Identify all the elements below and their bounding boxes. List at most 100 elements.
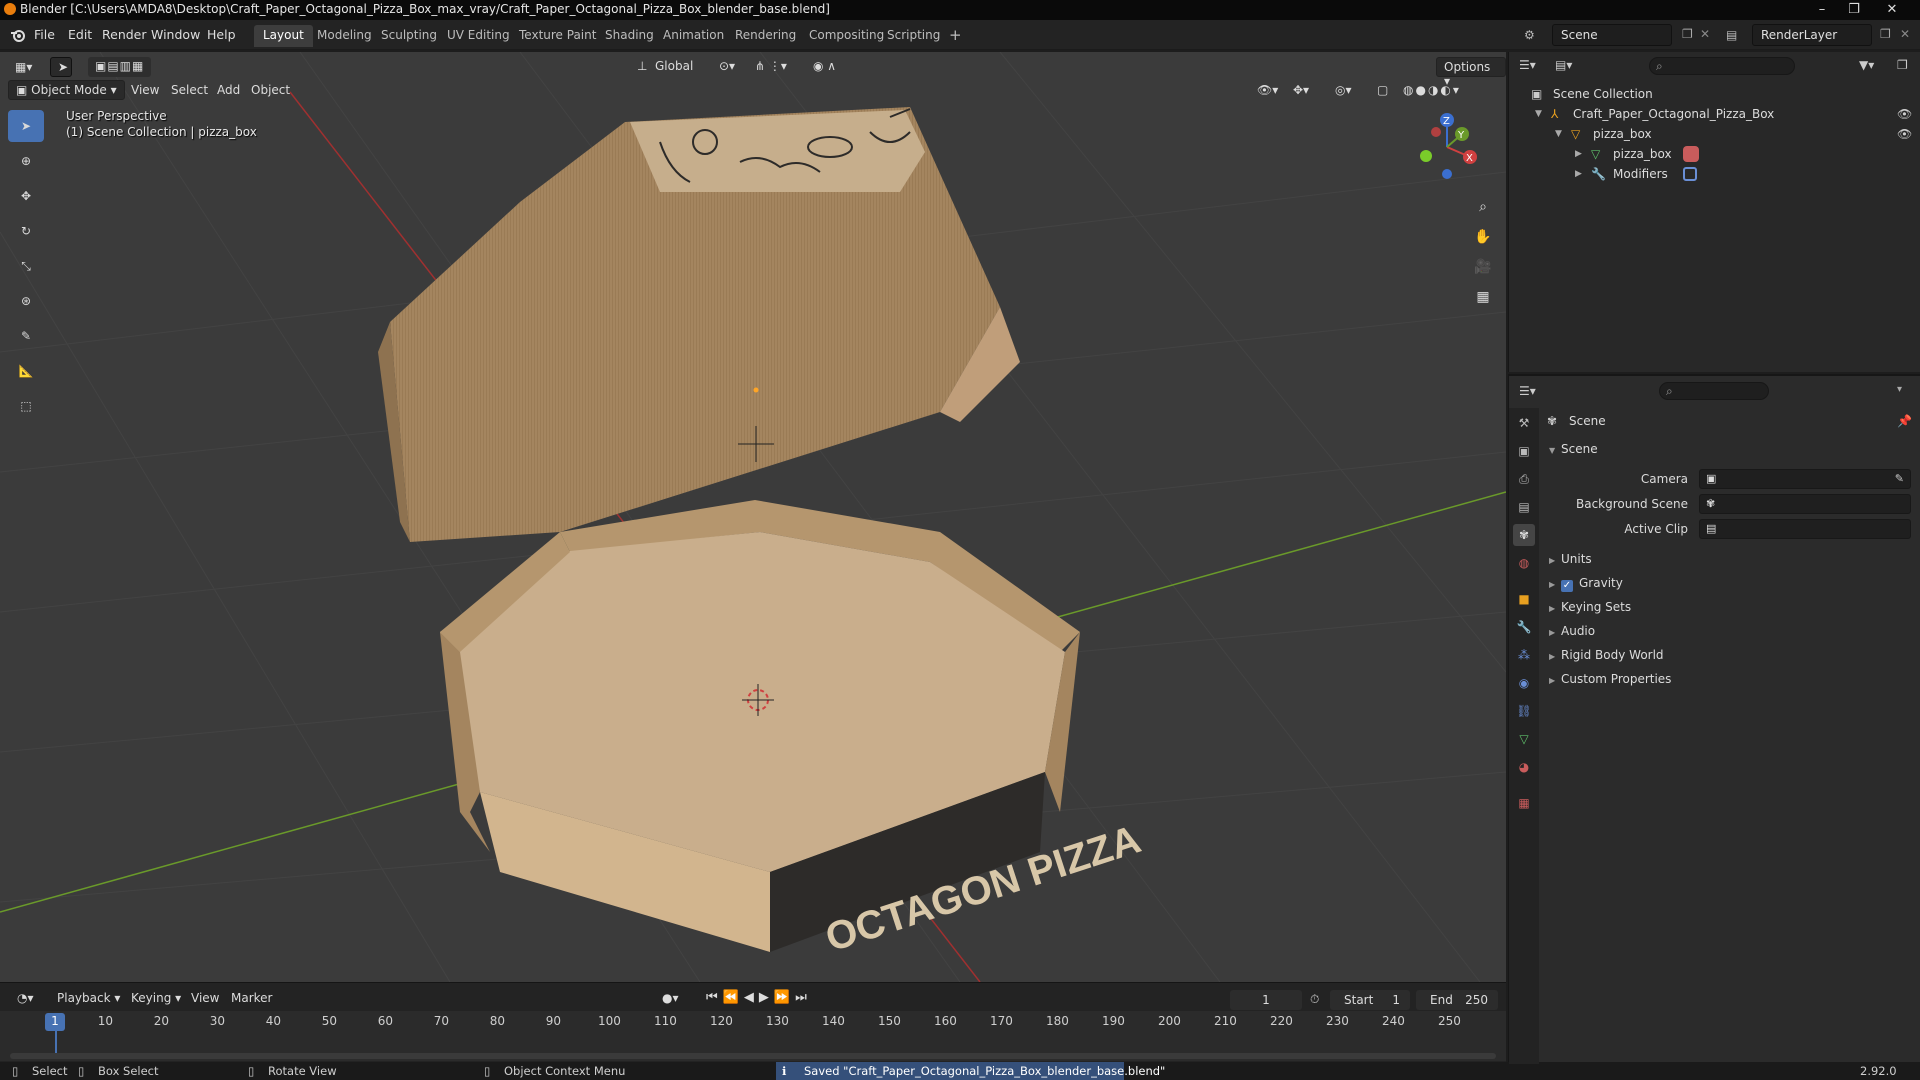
world-tab-icon[interactable]: ◍ — [1513, 552, 1535, 574]
rotate-tool-icon[interactable]: ↻ — [8, 215, 44, 247]
menu-timeline-view[interactable]: View — [184, 989, 226, 1009]
outliner-row-pizza-box-object[interactable]: ▼ ▽ pizza_box 👁 — [1509, 124, 1920, 144]
3d-viewport[interactable]: OCTAGON PIZZA ▦▾ ➤ ▣▤▥▦ ⊥ Global ⊙▾ ⋔ ⋮▾… — [0, 52, 1506, 982]
snap-icon[interactable]: ⋔ ⋮▾ — [748, 57, 794, 77]
measure-tool-icon[interactable]: 📐 — [8, 355, 44, 387]
visibility-eye-icon[interactable]: 👁 — [1897, 107, 1912, 121]
playback-controls[interactable]: ⏮⏪◀▶⏩⏭ — [706, 990, 812, 1005]
tab-uv-editing[interactable]: UV Editing — [438, 25, 519, 47]
tab-sculpting[interactable]: Sculpting — [372, 25, 446, 47]
timeline-scrollbar[interactable] — [10, 1053, 1496, 1059]
stopwatch-icon[interactable]: ⏱ — [1310, 992, 1319, 1007]
zoom-icon[interactable]: ⌕ — [1470, 194, 1496, 220]
outliner-editor-type-icon[interactable]: ☰▾ — [1519, 58, 1536, 72]
gravity-checkbox[interactable]: ✓ — [1561, 580, 1573, 592]
xray-icon[interactable]: ▢ — [1370, 81, 1395, 101]
modifier-tab-icon[interactable]: 🔧 — [1513, 616, 1535, 638]
menu-window[interactable]: Window — [151, 27, 200, 42]
new-collection-icon[interactable]: ❐ — [1897, 58, 1908, 72]
pan-hand-icon[interactable]: ✋ — [1470, 224, 1496, 250]
mode-select[interactable]: ▣ Object Mode ▾ — [8, 80, 125, 100]
camera-view-icon[interactable]: 🎥 — [1470, 254, 1496, 280]
menu-edit[interactable]: Edit — [68, 27, 92, 42]
transform-orientation-select[interactable]: Global — [648, 57, 700, 77]
gizmo-toggle-icon[interactable]: ✥▾ — [1286, 81, 1316, 101]
output-tab-icon[interactable]: ⎙ — [1513, 468, 1535, 490]
audio-panel-header[interactable]: ▶ Audio — [1549, 624, 1595, 638]
keying-sets-panel-header[interactable]: ▶ Keying Sets — [1549, 600, 1631, 614]
expand-arrow-icon[interactable]: ▼ — [1555, 129, 1562, 139]
visibility-icon[interactable]: 👁▾ — [1250, 81, 1285, 101]
menu-object[interactable]: Object — [244, 81, 297, 101]
material-icon[interactable] — [1683, 146, 1699, 162]
scale-tool-icon[interactable]: ⤡ — [8, 250, 44, 282]
new-scene-icon[interactable]: ❐ — [1682, 27, 1693, 41]
view-layer-selector[interactable]: RenderLayer — [1752, 24, 1872, 46]
ortho-grid-icon[interactable]: ▦ — [1470, 284, 1496, 310]
delete-view-layer-icon[interactable]: ✕ — [1900, 27, 1910, 41]
tool-tab-icon[interactable]: ⚒ — [1513, 412, 1535, 434]
blender-menu-icon[interactable] — [10, 28, 26, 42]
shading-mode-icons[interactable]: ◍●◑◐▾ — [1396, 81, 1468, 101]
menu-view[interactable]: View — [124, 81, 166, 101]
delete-scene-icon[interactable]: ✕ — [1700, 27, 1710, 41]
add-cube-tool-icon[interactable]: ⬚ — [8, 390, 44, 422]
transform-tool-icon[interactable]: ⊛ — [8, 285, 44, 317]
expand-arrow-icon[interactable]: ▶ — [1575, 149, 1582, 159]
overlays-icon[interactable]: ◎▾ — [1328, 81, 1359, 101]
camera-field[interactable]: ▣ ✎ — [1699, 469, 1911, 489]
menu-keying[interactable]: Keying ▾ — [124, 989, 188, 1009]
render-tab-icon[interactable]: ▣ — [1513, 440, 1535, 462]
chevron-down-icon[interactable]: ▾ — [1897, 384, 1902, 395]
properties-search-input[interactable]: ⌕ — [1659, 382, 1769, 400]
viewport-scene[interactable]: OCTAGON PIZZA — [0, 52, 1506, 982]
menu-marker[interactable]: Marker — [224, 989, 279, 1009]
tab-scripting[interactable]: Scripting — [878, 25, 949, 47]
outliner-row-scene-collection[interactable]: ▣ Scene Collection — [1509, 84, 1920, 104]
outliner-search-input[interactable]: ⌕ — [1649, 57, 1795, 75]
options-button[interactable]: Options ▾ — [1436, 57, 1506, 88]
select-tool-icon[interactable]: ➤ — [50, 57, 72, 77]
scene-tab-icon[interactable]: ✾ — [1513, 524, 1535, 546]
constraints-tab-icon[interactable]: ⛓ — [1513, 700, 1535, 722]
current-frame-field[interactable]: 1 — [1230, 990, 1302, 1010]
timeline-editor-type-icon[interactable]: ◔▾ — [10, 989, 41, 1009]
menu-file[interactable]: File — [34, 27, 55, 42]
menu-select[interactable]: Select — [164, 81, 215, 101]
tab-shading[interactable]: Shading — [596, 25, 663, 47]
menu-help[interactable]: Help — [207, 27, 236, 42]
active-clip-field[interactable]: ▤ — [1699, 519, 1911, 539]
tab-modeling[interactable]: Modeling — [308, 25, 381, 47]
tab-animation[interactable]: Animation — [654, 25, 733, 47]
select-box-tool-icon[interactable]: ➤ — [8, 110, 44, 142]
eyedropper-icon[interactable]: ✎ — [1895, 472, 1904, 485]
tab-layout[interactable]: Layout — [254, 25, 313, 47]
display-mode-icon[interactable]: ▤▾ — [1555, 58, 1572, 72]
units-panel-header[interactable]: ▶ Units — [1549, 552, 1592, 566]
outliner-row-mesh-data[interactable]: ▶ ▽ pizza_box — [1509, 144, 1920, 164]
add-workspace-button[interactable]: + — [940, 25, 971, 47]
modifier-icon[interactable] — [1683, 167, 1697, 181]
object-tab-icon[interactable]: ■ — [1513, 588, 1535, 610]
view-layer-icon[interactable]: ▤ — [1726, 28, 1737, 42]
background-scene-field[interactable]: ✾ — [1699, 494, 1911, 514]
selection-mode-icons[interactable]: ▣▤▥▦ — [88, 57, 152, 77]
texture-tab-icon[interactable]: ▦ — [1513, 792, 1535, 814]
close-button[interactable]: ✕ — [1878, 0, 1906, 20]
view-layer-tab-icon[interactable]: ▤ — [1513, 496, 1535, 518]
annotate-tool-icon[interactable]: ✎ — [8, 320, 44, 352]
new-view-layer-icon[interactable]: ❐ — [1880, 27, 1891, 41]
menu-playback[interactable]: Playback ▾ — [50, 989, 127, 1009]
data-tab-icon[interactable]: ▽ — [1513, 728, 1535, 750]
pin-icon[interactable]: 📌 — [1897, 414, 1912, 428]
scene-panel-header[interactable]: ▼ Scene — [1549, 442, 1598, 456]
physics-tab-icon[interactable]: ◉ — [1513, 672, 1535, 694]
menu-add[interactable]: Add — [210, 81, 247, 101]
navigation-gizmo[interactable]: Z X Y — [1412, 112, 1482, 182]
pivot-point-icon[interactable]: ⊙▾ — [712, 57, 742, 77]
outliner-row-collection[interactable]: ▼ ⅄ Craft_Paper_Octagonal_Pizza_Box 👁 — [1509, 104, 1920, 124]
tab-rendering[interactable]: Rendering — [726, 25, 805, 47]
expand-arrow-icon[interactable]: ▶ — [1575, 169, 1582, 179]
maximize-button[interactable]: ❐ — [1840, 0, 1868, 20]
proportional-edit-icon[interactable]: ◉ ∧ — [806, 57, 843, 77]
